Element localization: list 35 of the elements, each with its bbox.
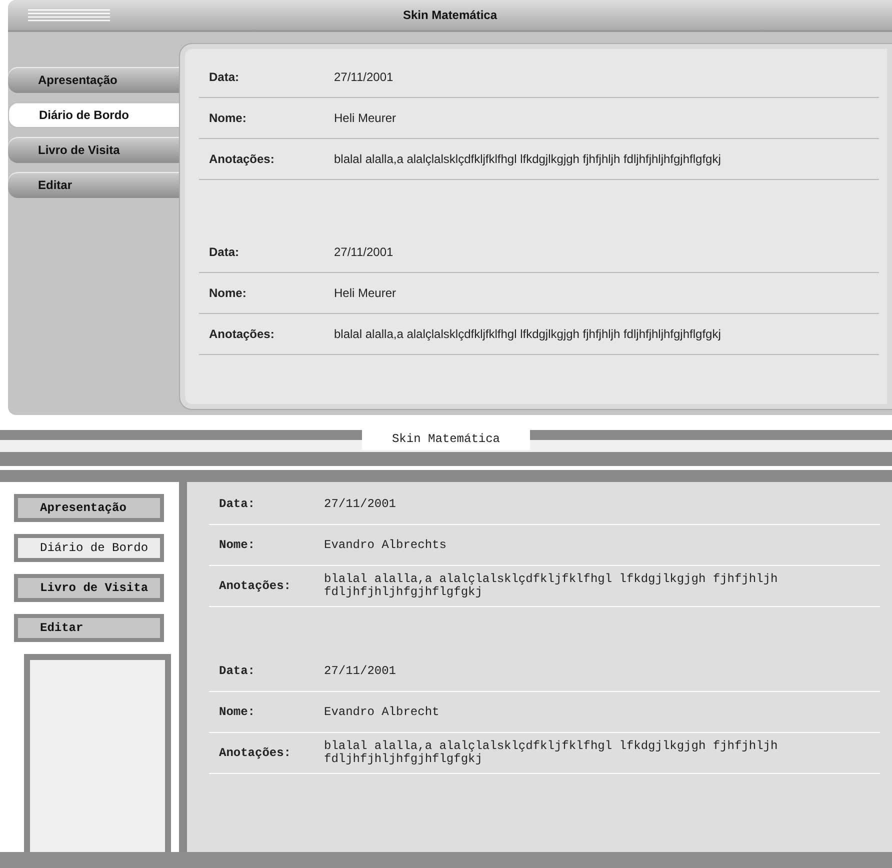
field-label: Nome: (219, 705, 256, 719)
menu-item[interactable]: Editar (8, 172, 180, 198)
menu-item[interactable]: Diário de Bordo (8, 102, 180, 128)
field-value: Evandro Albrechts (324, 536, 446, 554)
field-value: blalal alalla,a alalçlalsklçdfkljfklfhgl lfkdgjlkgjgh fjhfjhljh fdljhfjhljhfgjhflgfgkj (334, 152, 721, 166)
menu-item[interactable]: Livro de Visita (8, 137, 180, 163)
stripes-icon (28, 8, 110, 22)
field-label: Data: (219, 497, 256, 511)
menu-item[interactable]: Livro de Visita (14, 574, 164, 602)
field-value: 27/11/2001 (334, 70, 394, 84)
field-label: Nome: (209, 286, 248, 300)
field-value: blalal alalla,a alalçlalsklçdfkljfklfhgl lfkdgjlkgjgh fjhfjhljh fdljhfjhljhfgjhflgfgkj (334, 327, 721, 341)
menu-item[interactable]: Apresentação (14, 494, 164, 522)
field-value: 27/11/2001 (334, 245, 394, 259)
field-label: Anotações: (219, 579, 292, 593)
field-label: Data: (219, 664, 256, 678)
menu-item[interactable]: Editar (14, 614, 164, 642)
window-title: Skin Matemática (402, 8, 498, 22)
field-value: blalal alalla,a alalçlalsklçdfkljfklfhgl lfkdgjlkgjgh fjhfjhljh fdljhfjhljhfgjhflgfgkj (324, 571, 779, 601)
field-label: Nome: (209, 111, 248, 125)
window-title: Skin Matemática (362, 428, 530, 450)
field-label: Data: (209, 245, 240, 259)
field-value: blalal alalla,a alalçlalsklçdfkljfklfhgl lfkdgjlkgjgh fjhfjhljh fdljhfjhljhfgjhflgfgkj (324, 738, 779, 768)
field-value: Heli Meurer (334, 286, 396, 300)
field-label: Anotações: (209, 327, 276, 341)
menu-item[interactable]: Apresentação (8, 67, 180, 93)
field-label: Anotações: (209, 152, 276, 166)
field-label: Anotações: (219, 746, 292, 760)
field-value: 27/11/2001 (324, 662, 396, 680)
field-value: Evandro Albrecht (324, 704, 440, 720)
field-value: Heli Meurer (334, 111, 396, 125)
field-label: Nome: (219, 538, 256, 552)
field-value: 27/11/2001 (324, 496, 396, 512)
menu-item[interactable]: Diário de Bordo (14, 534, 164, 562)
field-label: Data: (209, 70, 240, 84)
